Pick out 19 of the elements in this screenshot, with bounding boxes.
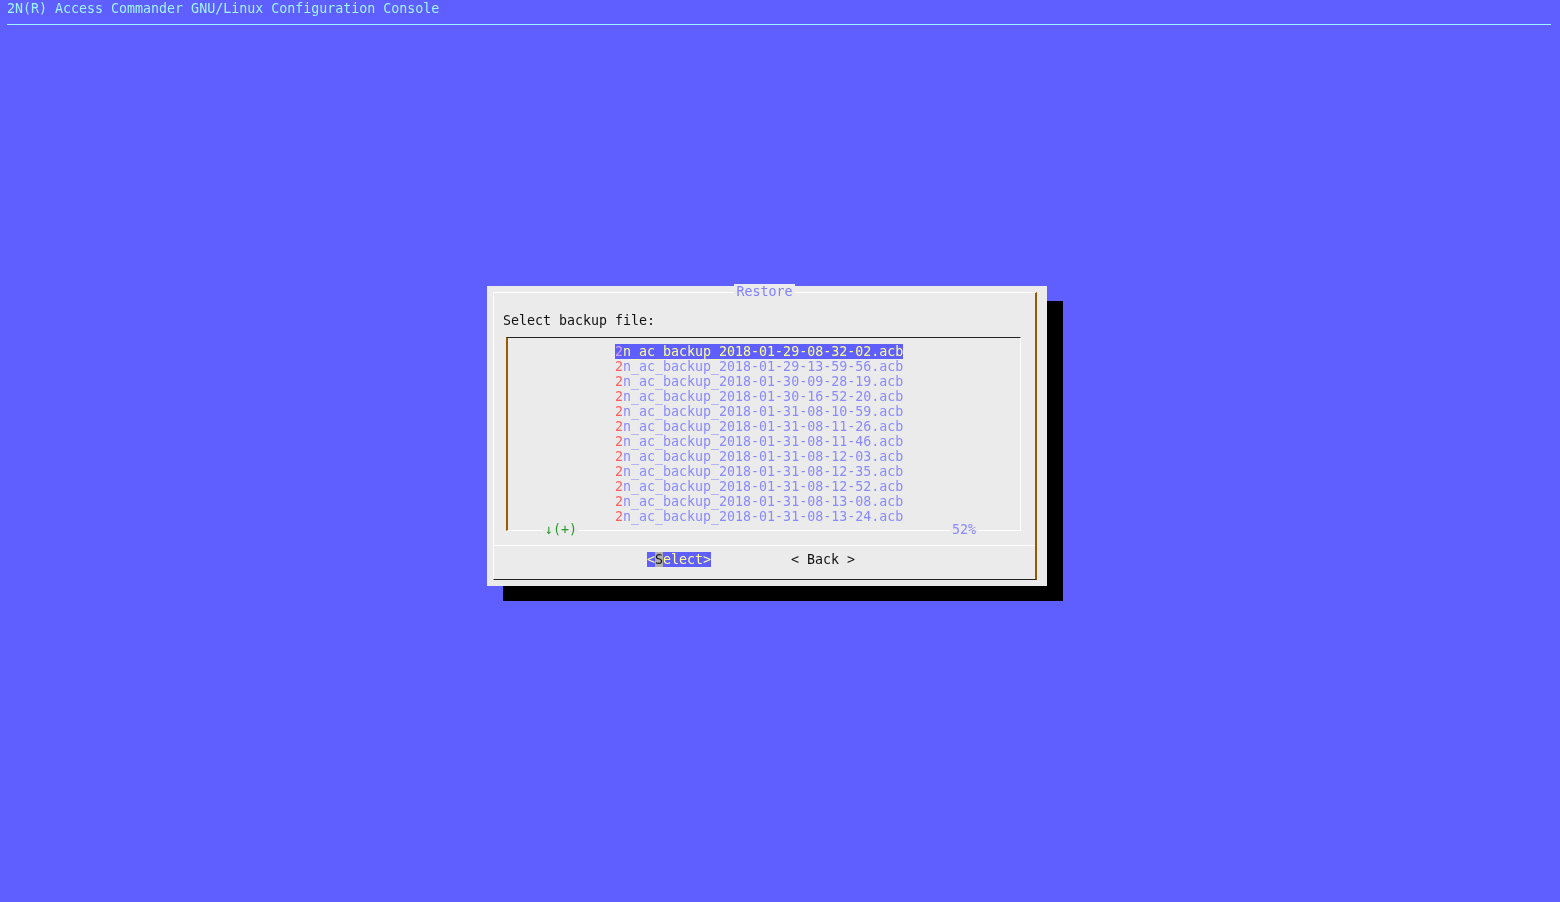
scroll-percent: 52% bbox=[949, 522, 978, 537]
file-list-item[interactable]: 2n_ac_backup_2018-01-29-13-59-56.acb bbox=[615, 359, 904, 374]
dialog-button[interactable]: <Select> bbox=[647, 552, 712, 567]
file-list-item[interactable]: 2n_ac_backup_2018-01-31-08-11-26.acb bbox=[615, 419, 904, 434]
file-list-item[interactable]: 2n_ac_backup_2018-01-31-08-12-52.acb bbox=[615, 479, 904, 494]
file-list-item[interactable]: 2n_ac_backup_2018-01-31-08-13-24.acb bbox=[615, 509, 904, 524]
file-list-item[interactable]: 2n_ac_backup_2018-01-30-09-28-19.acb bbox=[615, 374, 904, 389]
file-list-item[interactable]: 2n_ac_backup_2018-01-31-08-12-03.acb bbox=[615, 449, 904, 464]
file-list-item[interactable]: 2n_ac_backup_2018-01-30-16-52-20.acb bbox=[615, 389, 904, 404]
dialog-title: Restore bbox=[734, 284, 795, 299]
prompt-text: Select backup file: bbox=[503, 313, 656, 328]
file-list-item[interactable]: 2n_ac_backup_2018-01-29-08-32-02.acb bbox=[615, 344, 904, 359]
dialog-button[interactable]: < Back > bbox=[791, 552, 856, 567]
file-list-item[interactable]: 2n_ac_backup_2018-01-31-08-12-35.acb bbox=[615, 464, 904, 479]
console-title: 2N(R) Access Commander GNU/Linux Configuration Console bbox=[6, 0, 440, 17]
scroll-indicator: ↓(+) bbox=[543, 522, 580, 537]
file-list-item[interactable]: 2n_ac_backup_2018-01-31-08-11-46.acb bbox=[615, 434, 904, 449]
file-list-item[interactable]: 2n_ac_backup_2018-01-31-08-13-08.acb bbox=[615, 494, 904, 509]
file-list-item[interactable]: 2n_ac_backup_2018-01-31-08-10-59.acb bbox=[615, 404, 904, 419]
